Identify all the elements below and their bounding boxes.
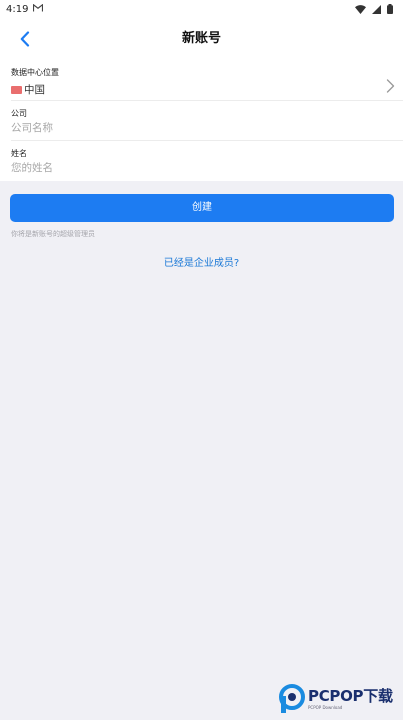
company-input[interactable] [11,122,371,134]
wifi-icon [355,4,366,14]
watermark-brand: PCPOP下载 [308,686,393,705]
pcpop-logo-icon [279,684,305,713]
status-left: 4:19 [6,3,44,15]
gmail-icon [33,3,44,15]
chevron-right-icon [386,79,395,93]
page-title: 新账号 [181,31,221,46]
divider [11,140,403,141]
datacenter-label: 数据中心位置 [11,68,59,77]
status-time: 4:19 [6,3,29,15]
china-flag-icon [11,85,22,94]
company-label: 公司 [11,109,27,118]
name-label: 姓名 [11,149,27,158]
account-form: 数据中心位置 中国 公司 姓名 [0,60,403,181]
watermark-sub: PCPOP Download [308,704,343,710]
nav-bar: 新账号 [0,18,403,60]
company-field: 公司 [11,108,403,134]
datacenter-row[interactable]: 数据中心位置 中国 [11,67,403,97]
watermark: PCPOP下载 PCPOP Download [278,682,403,716]
admin-hint: 你将是新账号的超级管理员 [11,230,95,238]
create-button[interactable]: 创建 [10,194,394,222]
signal-icon [372,4,381,14]
watermark-text: PCPOP下载 PCPOP Download [308,686,393,710]
name-input[interactable] [11,162,371,174]
battery-icon [387,4,393,14]
datacenter-value-text: 中国 [24,84,45,96]
status-bar: 4:19 [0,0,403,18]
name-field: 姓名 [11,148,403,174]
datacenter-value: 中国 [11,82,403,97]
existing-member-link[interactable]: 已经是企业成员? [0,254,403,269]
divider [11,100,403,101]
status-right [355,4,393,14]
